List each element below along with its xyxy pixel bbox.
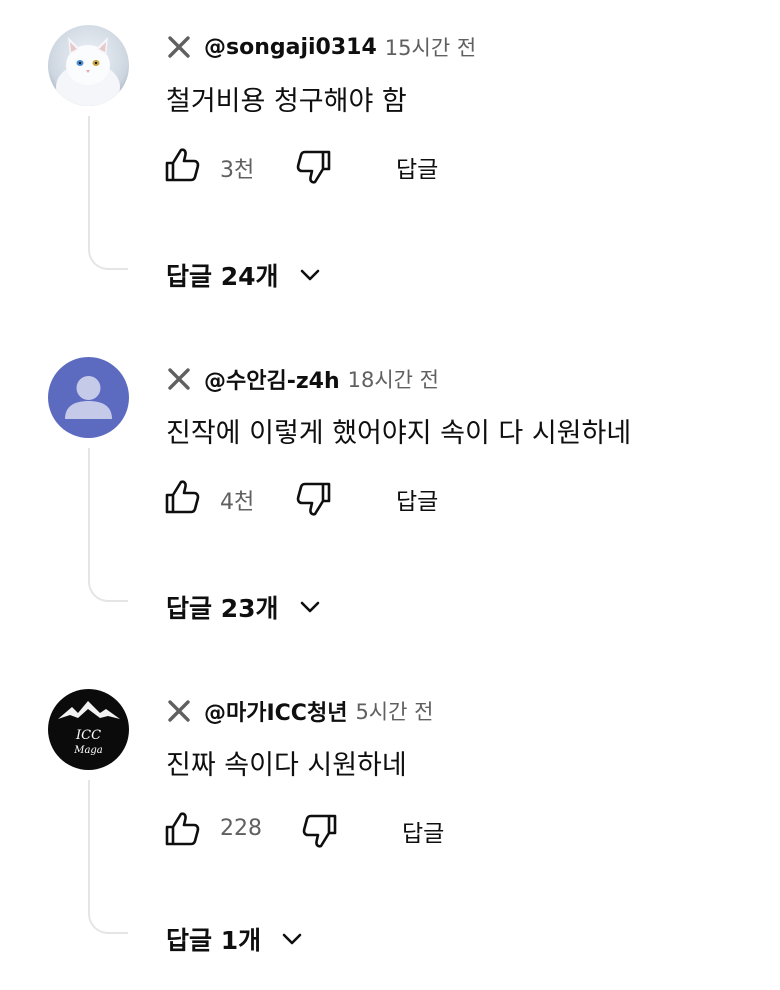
chevron-down-icon: [282, 933, 302, 945]
reply-button[interactable]: 답글: [402, 814, 444, 848]
comment-header: @수안김-z4h 18시간 전: [166, 362, 439, 396]
comment-thread: @수안김-z4h 18시간 전 진작에 이렇게 했어야지 속이 다 시원하네 4…: [0, 332, 780, 652]
avatar[interactable]: [48, 357, 129, 438]
reply-button[interactable]: 답글: [396, 482, 438, 516]
comment-author[interactable]: @수안김-z4h: [204, 363, 340, 395]
comment-text: 진작에 이렇게 했어야지 속이 다 시원하네: [166, 418, 632, 449]
comment-actions: 228 답글: [164, 810, 564, 850]
x-icon: [168, 36, 190, 58]
replies-count-label: 답글 23개: [166, 594, 279, 623]
comment-author[interactable]: @songaji0314: [204, 35, 377, 60]
comment-text: 진짜 속이다 시원하네: [166, 750, 407, 781]
reply-button[interactable]: 답글: [396, 150, 438, 184]
chevron-down-icon: [300, 601, 319, 613]
thread-connector-line: [88, 780, 128, 934]
thumbs-up-icon[interactable]: [164, 478, 200, 516]
comment-thread: ICC Maga @마가ICC청년 5시간 전 진짜 속이다 시원하네 228 …: [0, 664, 780, 984]
comment-list: @songaji0314 15시간 전 철거비용 청구해야 함 3천 답글 답글…: [0, 0, 780, 990]
thumbs-up-icon[interactable]: [164, 146, 200, 184]
comment-actions: 4천 답글: [164, 478, 564, 518]
avatar[interactable]: ICC Maga: [48, 689, 129, 770]
like-count: 228: [220, 816, 262, 841]
comment-header: @songaji0314 15시간 전: [166, 30, 476, 64]
svg-text:Maga: Maga: [73, 745, 103, 756]
x-icon: [168, 368, 190, 390]
svg-text:ICC: ICC: [75, 728, 101, 743]
thread-connector-line: [88, 448, 128, 602]
comment-author[interactable]: @마가ICC청년: [204, 695, 347, 727]
thumbs-down-icon[interactable]: [296, 480, 332, 518]
x-icon: [168, 700, 190, 722]
view-replies-button[interactable]: 답글 24개: [166, 257, 321, 293]
thumbs-down-icon[interactable]: [296, 148, 332, 186]
comment-timestamp[interactable]: 5시간 전: [355, 696, 433, 726]
comment-thread: @songaji0314 15시간 전 철거비용 청구해야 함 3천 답글 답글…: [0, 0, 780, 320]
view-replies-button[interactable]: 답글 23개: [166, 589, 321, 625]
comment-text: 철거비용 청구해야 함: [166, 86, 407, 117]
view-replies-button[interactable]: 답글 1개: [166, 921, 303, 957]
like-count: 4천: [220, 490, 255, 515]
thumbs-down-icon[interactable]: [302, 812, 338, 850]
comment-header: @마가ICC청년 5시간 전: [166, 694, 433, 728]
thread-connector-line: [88, 116, 128, 270]
chevron-down-icon: [300, 269, 319, 281]
cat-avatar-image: [48, 25, 129, 106]
replies-count-label: 답글 1개: [166, 926, 262, 955]
comment-actions: 3천 답글: [164, 146, 564, 186]
thumbs-up-icon[interactable]: [164, 810, 200, 848]
comment-timestamp[interactable]: 18시간 전: [348, 364, 439, 394]
replies-count-label: 답글 24개: [166, 262, 279, 291]
avatar[interactable]: [48, 25, 129, 106]
default-person-avatar-icon: [48, 357, 129, 438]
like-count: 3천: [220, 158, 255, 183]
comment-timestamp[interactable]: 15시간 전: [385, 32, 476, 62]
icc-maga-logo-avatar-icon: ICC Maga: [48, 689, 129, 770]
